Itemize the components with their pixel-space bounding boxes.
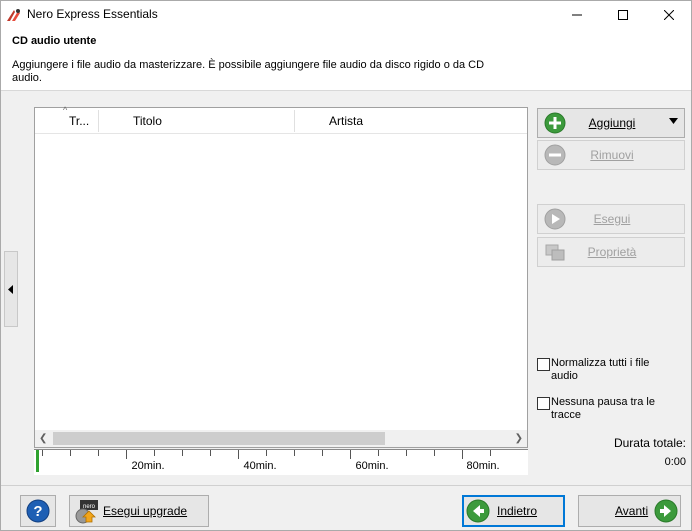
close-icon [664,10,674,20]
column-separator[interactable] [98,110,99,132]
page-header: CD audio utente Aggiungere i file audio … [1,29,691,91]
svg-text:?: ? [33,503,42,520]
ruler-start-marker [36,450,39,472]
close-button[interactable] [646,1,692,29]
add-button[interactable]: Aggiungi [537,108,685,138]
ruler-tick [182,450,183,456]
minimize-button[interactable] [554,1,600,29]
add-button-label: Aggiungi [588,116,636,130]
maximize-icon [618,10,628,20]
ruler-tick [462,450,463,459]
horizontal-scrollbar[interactable]: ❮ ❯ [35,430,527,447]
arrow-right-icon [654,499,678,523]
ruler-label: 80min. [466,460,500,472]
next-button-label: Avanti [615,504,649,518]
back-button[interactable]: Indietro [462,495,565,527]
help-button[interactable]: ? [20,495,56,527]
ruler-baseline [34,449,528,450]
ruler-tick [154,450,155,456]
track-list[interactable]: ^ Tr... Titolo Artista ❮ ❯ [34,105,528,448]
track-list-header: ^ Tr... Titolo Artista [35,105,527,134]
column-header-artist[interactable]: Artista [329,108,363,134]
normalize-checkbox[interactable] [537,358,550,371]
ruler-tick [98,450,99,456]
ruler-tick [266,450,267,456]
chevron-left-icon [8,284,13,294]
sort-up-icon: ^ [63,105,68,115]
ruler-tick [378,450,379,456]
ruler-tick [238,450,239,459]
ruler-label: 60min. [355,460,389,472]
ruler-label: 20min. [131,460,165,472]
ruler-tick [434,450,435,456]
remove-button-label: Rimuovi [590,148,634,162]
help-icon: ? [26,499,50,523]
ruler-tick [406,450,407,456]
total-duration-label: Durata totale: [613,436,686,450]
ruler-tick [42,450,43,456]
window-title: Nero Express Essentials [27,7,158,21]
upgrade-icon: nero [75,500,98,524]
remove-button[interactable]: Rimuovi [537,140,685,170]
properties-button-label: Proprietà [587,245,637,259]
footer-separator [1,485,691,486]
no-pause-checkbox[interactable] [537,397,550,410]
play-button-label: Esegui [593,212,631,226]
side-panel-toggle[interactable] [4,251,18,327]
ruler-tick [294,450,295,456]
scrollbar-thumb[interactable] [53,432,385,445]
ruler-label: 40min. [243,460,277,472]
minimize-icon [572,14,582,16]
arrow-left-icon [466,499,490,523]
dropdown-arrow-icon[interactable] [669,118,678,124]
scroll-right-icon[interactable]: ❯ [515,433,523,444]
ruler-tick [490,450,491,456]
no-pause-label: Nessuna pausa tra le tracce [551,396,655,421]
page-title: CD audio utente [12,35,97,47]
scroll-left-icon[interactable]: ❮ [39,433,47,444]
next-button[interactable]: Avanti [578,495,681,527]
ruler-tick [70,450,71,456]
total-duration-value: 0:00 [664,456,686,468]
page-description: Aggiungere i file audio da masterizzare.… [12,59,485,84]
column-header-track[interactable]: Tr... [69,108,89,134]
ruler-tick [322,450,323,456]
column-header-title[interactable]: Titolo [133,108,162,134]
ruler-tick [126,450,127,459]
ruler-tick [350,450,351,459]
upgrade-button[interactable]: nero Esegui upgrade [69,495,209,527]
play-button[interactable]: Esegui [537,204,685,234]
title-bar: Nero Express Essentials [1,1,691,29]
back-button-label: Indietro [497,504,538,518]
ruler-tick [210,450,211,456]
upgrade-button-label: Esegui upgrade [103,504,188,518]
duration-ruler: 20min. 40min. 60min. 80min. [34,449,528,475]
app-window: Nero Express Essentials CD audio utente … [0,0,692,531]
properties-button[interactable]: Proprietà [537,237,685,267]
column-separator[interactable] [294,110,295,132]
normalize-label: Normalizza tutti i file audio [551,357,650,382]
maximize-button[interactable] [600,1,646,29]
nero-app-icon [7,9,20,21]
